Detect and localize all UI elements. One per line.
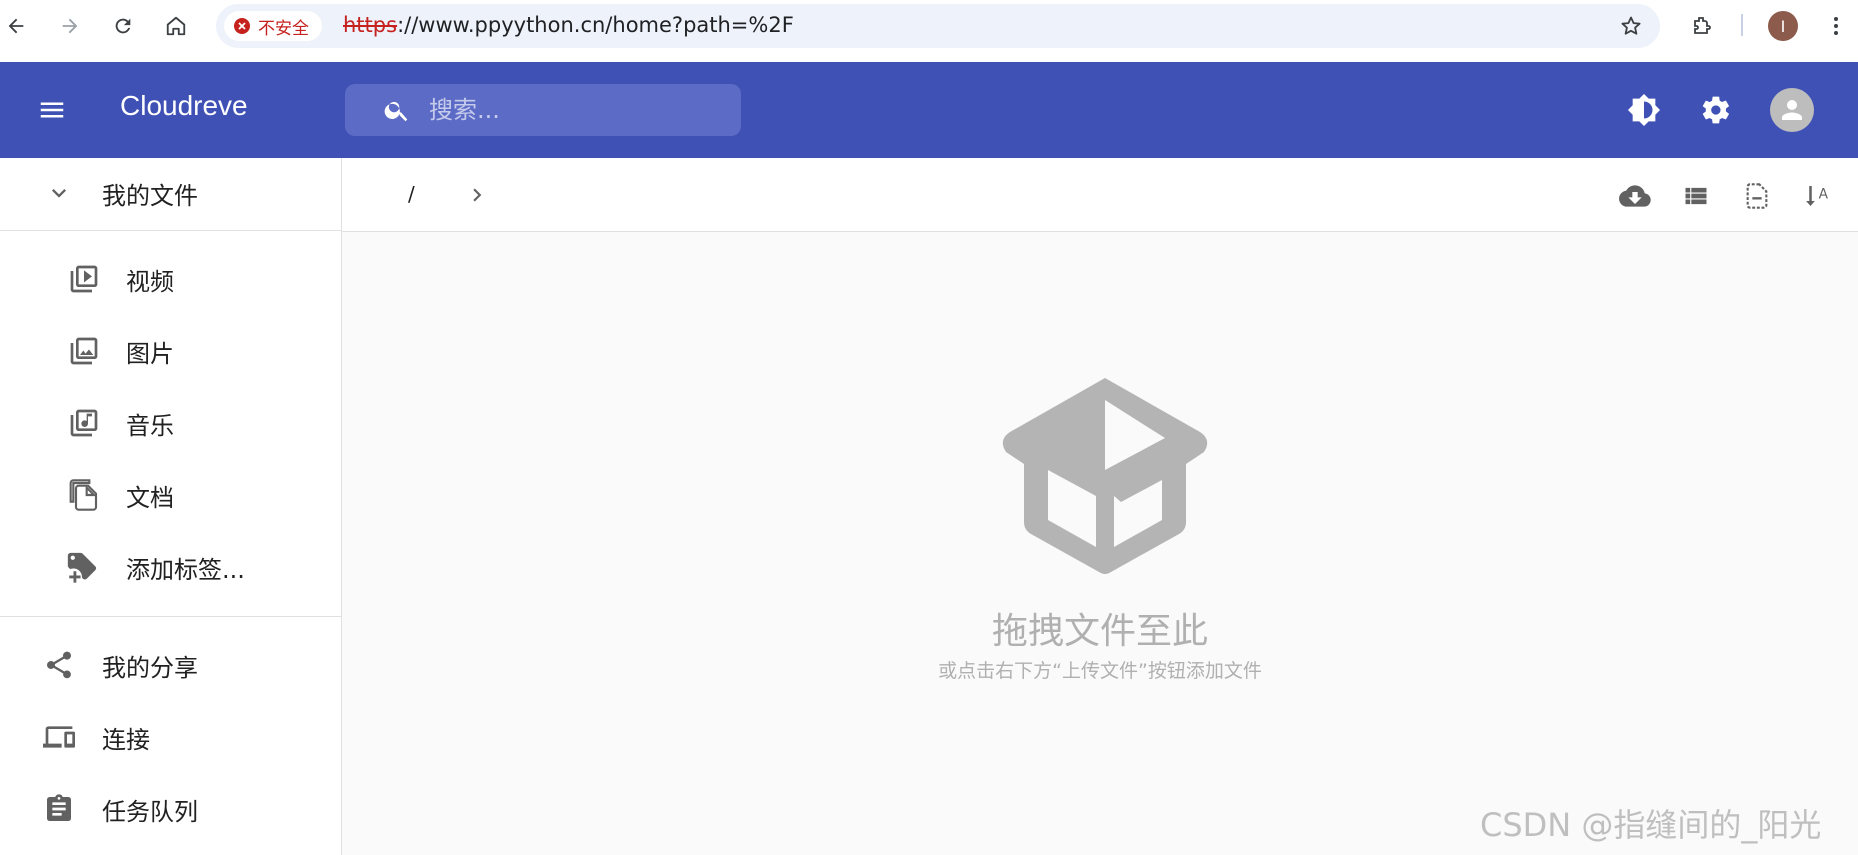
file-select-icon [1746,183,1768,209]
devices-icon [42,720,76,754]
cloud-download-icon [1619,185,1651,207]
sidebar-item-label: 我的文件 [102,181,198,210]
more-vert-icon [1834,17,1838,35]
sidebar-item-images[interactable]: 图片 [0,319,342,383]
forward-button[interactable] [54,10,86,42]
chevron-right-icon [473,188,482,202]
arrow-left-icon [8,18,24,34]
list-view-button[interactable] [1676,176,1716,216]
sidebar-item-my-files[interactable]: 我的文件 [0,161,342,225]
sort-button[interactable]: A [1798,176,1838,216]
home-icon [166,16,186,36]
add-tag-icon [65,550,99,584]
address-bar[interactable]: 不安全 https://www.ppyython.cn/home?path=%2… [216,4,1660,48]
user-avatar[interactable] [1770,88,1814,132]
puzzle-icon [1694,17,1711,34]
breadcrumb-root[interactable]: / [408,182,415,206]
sidebar-divider [0,616,342,617]
download-button[interactable] [1615,176,1655,216]
extensions-button[interactable] [1686,10,1718,42]
sidebar-item-label: 图片 [126,339,174,368]
settings-button[interactable] [1692,86,1740,134]
sidebar-item-label: 视频 [126,267,174,296]
app-bar: Cloudreve [0,62,1858,158]
clipboard-icon [42,792,76,826]
sidebar-item-label: 文档 [126,483,174,512]
sidebar-item-documents[interactable]: 文档 [0,463,342,527]
arrow-right-icon [62,18,78,34]
sidebar-item-music[interactable]: 音乐 [0,391,342,455]
browser-chrome: 不安全 https://www.ppyython.cn/home?path=%2… [0,0,1858,62]
bookmark-button[interactable] [1616,11,1646,41]
file-area[interactable]: / A 拖拽文件至此 或点击右下方“上传文件”按钮添加文件 [342,158,1858,855]
empty-state-title: 拖拽文件至此 [991,611,1208,652]
theme-toggle-button[interactable] [1620,86,1668,134]
sidebar-item-label: 任务队列 [102,797,198,826]
url-rest: ://www.ppyython.cn/home?path=%2F [397,13,794,37]
sidebar: 我的文件 视频 图片 音乐 文档 添加标签... 我的分享 连接 任务队列 [0,158,342,855]
app-title[interactable]: Cloudreve [120,90,248,122]
search-icon [384,101,408,122]
sidebar-item-label: 连接 [102,725,150,754]
sidebar-item-add-tag[interactable]: 添加标签... [0,535,342,599]
chevron-down-icon[interactable] [42,176,76,210]
sidebar-item-video[interactable]: 视频 [0,247,342,311]
toolbar-separator [1741,14,1743,36]
url-text[interactable]: https://www.ppyython.cn/home?path=%2F [343,13,794,37]
sidebar-item-label: 音乐 [126,411,174,440]
security-label: 不安全 [258,18,309,39]
music-library-icon [67,406,101,440]
sidebar-divider [0,230,342,231]
not-secure-icon [234,18,250,34]
file-copy-icon [67,478,101,512]
video-library-icon [67,262,101,296]
photo-library-icon [67,334,101,368]
security-chip[interactable]: 不安全 [224,11,322,41]
search-box[interactable] [345,84,741,136]
breadcrumb-expand-button[interactable] [462,180,492,210]
navigator-toolbar: / A [342,158,1858,232]
hamburger-icon [40,102,64,118]
select-button[interactable] [1737,176,1777,216]
empty-box-icon [1002,378,1208,574]
sidebar-item-label: 我的分享 [102,653,198,682]
browser-menu-button[interactable] [1820,10,1852,42]
sidebar-item-task-queue[interactable]: 任务队列 [0,777,342,841]
profile-avatar[interactable]: I [1768,11,1798,41]
menu-button[interactable] [30,88,74,132]
empty-state-subtitle: 或点击右下方“上传文件”按钮添加文件 [938,660,1262,682]
reload-icon [115,18,131,34]
view-list-icon [1685,187,1707,205]
reload-button[interactable] [107,10,139,42]
sort-by-alpha-icon: A [1806,186,1829,206]
svg-text:A: A [1819,187,1829,203]
search-input[interactable] [427,92,727,128]
url-scheme: https [343,13,398,37]
sidebar-item-label: 添加标签... [126,555,245,584]
brightness-icon [1627,93,1661,127]
home-button[interactable] [160,10,192,42]
sidebar-item-my-shares[interactable]: 我的分享 [0,633,342,697]
person-icon [1782,100,1802,120]
gear-icon [1702,96,1729,124]
back-button[interactable] [0,10,32,42]
share-icon [42,648,76,682]
watermark: CSDN @指缝间的_阳光 [1480,806,1822,844]
star-icon [1621,16,1641,35]
sidebar-item-connections[interactable]: 连接 [0,705,342,769]
